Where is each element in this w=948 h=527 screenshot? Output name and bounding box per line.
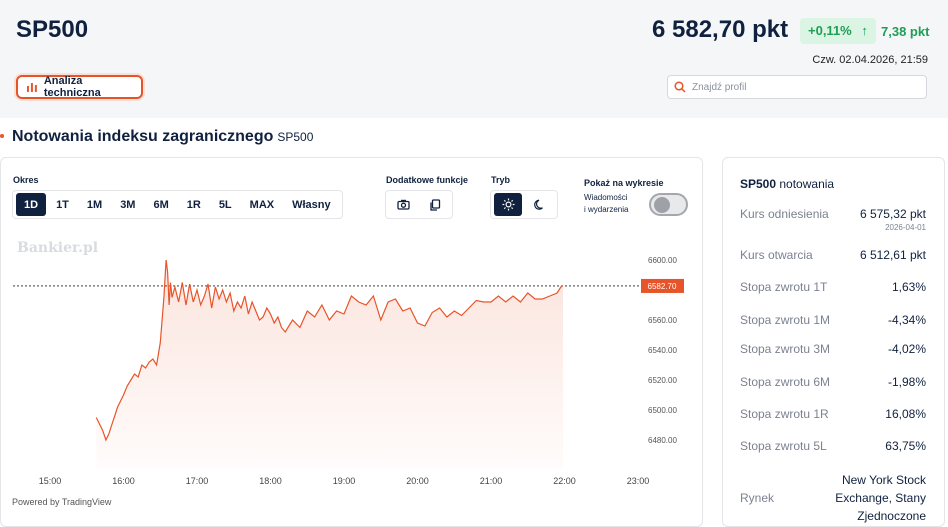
quote-row-market: Rynek New York Stock Exchange, Stany Zje… [740,471,926,525]
mode-label: Tryb [491,175,511,185]
quote-value: 1,63% [891,280,926,294]
quote-value: 6 512,61 pkt [859,248,926,262]
quote-row: Stopa zwrotu 1R 16,08% [740,407,926,421]
area-fill [96,260,564,468]
period-button-5l[interactable]: 5L [211,193,240,216]
x-tick-label: 22:00 [553,476,576,486]
quote-value: -4,02% [887,342,926,356]
quote-label: Kurs odniesienia [740,207,829,221]
x-tick-label: 17:00 [186,476,209,486]
change-percent: +0,11% [808,23,852,38]
quote-title-text: notowania [779,177,835,191]
quote-label: Rynek [740,491,775,505]
x-tick-label: 15:00 [39,476,62,486]
y-tick-label: 6540.00 [648,346,677,355]
search-icon [674,81,686,93]
instrument-title: SP500 [16,16,89,43]
events-toggle[interactable] [649,193,688,216]
arrow-up-icon: ↑ [861,23,868,38]
quote-title-instrument: SP500 [740,177,777,191]
quote-label: Stopa zwrotu 1T [740,280,828,294]
period-button-1r[interactable]: 1R [179,193,209,216]
quote-title: SP500 notowania [740,177,834,191]
dark-mode-button[interactable] [526,193,554,216]
toggle-knob [654,197,670,213]
market-line-2: Exchange, Stany [835,491,926,505]
screenshot-button[interactable] [389,193,417,216]
x-tick-label: 18:00 [259,476,282,486]
y-tick-label: 6480.00 [648,436,677,445]
quote-row: Stopa zwrotu 1T 1,63% [740,280,926,294]
mode-group [490,190,558,219]
x-tick-label: 19:00 [333,476,356,486]
quote-label: Stopa zwrotu 5L [740,439,827,453]
quote-value: -4,34% [887,313,926,327]
quote-label: Stopa zwrotu 6M [740,375,831,389]
quote-label: Stopa zwrotu 3M [740,342,831,356]
technical-analysis-label: Analiza techniczna [43,75,101,99]
section-heading: Notowania indeksu zagranicznego SP500 [0,128,313,146]
powered-by-tradingview[interactable]: Powered by TradingView [12,497,111,507]
bar-chart-icon [26,83,37,92]
period-button-1m[interactable]: 1M [79,193,110,216]
quote-label: Stopa zwrotu 1M [740,313,831,327]
extra-functions-label: Dodatkowe funkcje [386,175,469,185]
quote-sub-date: 2026-04-01 [885,223,926,232]
x-tick-label: 23:00 [627,476,650,486]
period-selector: 1D 1T 1M 3M 6M 1R 5L MAX Własny [12,190,343,219]
period-button-3m[interactable]: 3M [112,193,143,216]
camera-icon [396,199,410,210]
quote-label: Kurs otwarcia [740,248,813,262]
y-tick-label: 6600.00 [648,256,677,265]
section-subtitle: SP500 [277,130,314,144]
period-button-max[interactable]: MAX [242,193,282,216]
quote-row: Stopa zwrotu 6M -1,98% [740,375,926,389]
search-input[interactable] [692,81,912,93]
current-price: 6 582,70 pkt [652,16,789,43]
y-tick-label: 6560.00 [648,316,677,325]
change-percent-badge: +0,11% ↑ [800,18,876,44]
section-title: Notowania indeksu zagranicznego [12,128,274,145]
x-tick-label: 16:00 [112,476,135,486]
period-label: Okres [13,175,39,185]
quote-value: New York Stock Exchange, Stany Zjednoczo… [835,471,926,525]
change-absolute: 7,38 pkt [881,24,930,39]
period-button-6m[interactable]: 6M [145,193,176,216]
copy-icon [430,198,441,211]
quote-datetime: Czw. 02.04.2026, 21:59 [812,54,928,66]
light-mode-button[interactable] [494,193,522,216]
technical-analysis-button[interactable]: Analiza techniczna [16,75,143,99]
bullet-icon [0,134,4,138]
price-chart[interactable]: 6600.006580.006560.006540.006520.006500.… [0,230,700,492]
extra-functions-group [385,190,453,219]
quote-row: Stopa zwrotu 5L 63,75% [740,439,926,453]
period-button-1t[interactable]: 1T [48,193,77,216]
period-button-1d[interactable]: 1D [16,193,47,216]
quote-value: 6 575,32 pkt [859,207,926,221]
bankier-watermark: Bankier.pl [17,240,99,256]
quote-row: Stopa zwrotu 3M -4,02% [740,342,926,356]
last-price-label: 6582.70 [648,282,677,291]
quote-value: -1,98% [887,375,926,389]
profile-search [667,75,927,99]
moon-icon [534,199,543,210]
quote-row: Stopa zwrotu 1M -4,34% [740,313,926,327]
y-tick-label: 6500.00 [648,406,677,415]
quote-value: 63,75% [885,439,926,453]
events-title: Pokaż na wykresie [584,178,664,188]
quote-value: 16,08% [885,407,926,421]
quote-row: Kurs odniesienia 6 575,32 pkt [740,207,926,221]
market-line-1: New York Stock [841,473,926,487]
x-tick-label: 21:00 [480,476,503,486]
market-line-3: Zjednoczone [857,509,926,523]
period-button-własny[interactable]: Własny [284,193,339,216]
quote-row: Kurs otwarcia 6 512,61 pkt [740,248,926,262]
quote-label: Stopa zwrotu 1R [740,407,829,421]
sun-icon [502,198,514,211]
y-tick-label: 6520.00 [648,376,677,385]
x-tick-label: 20:00 [406,476,429,486]
copy-button[interactable] [421,193,449,216]
